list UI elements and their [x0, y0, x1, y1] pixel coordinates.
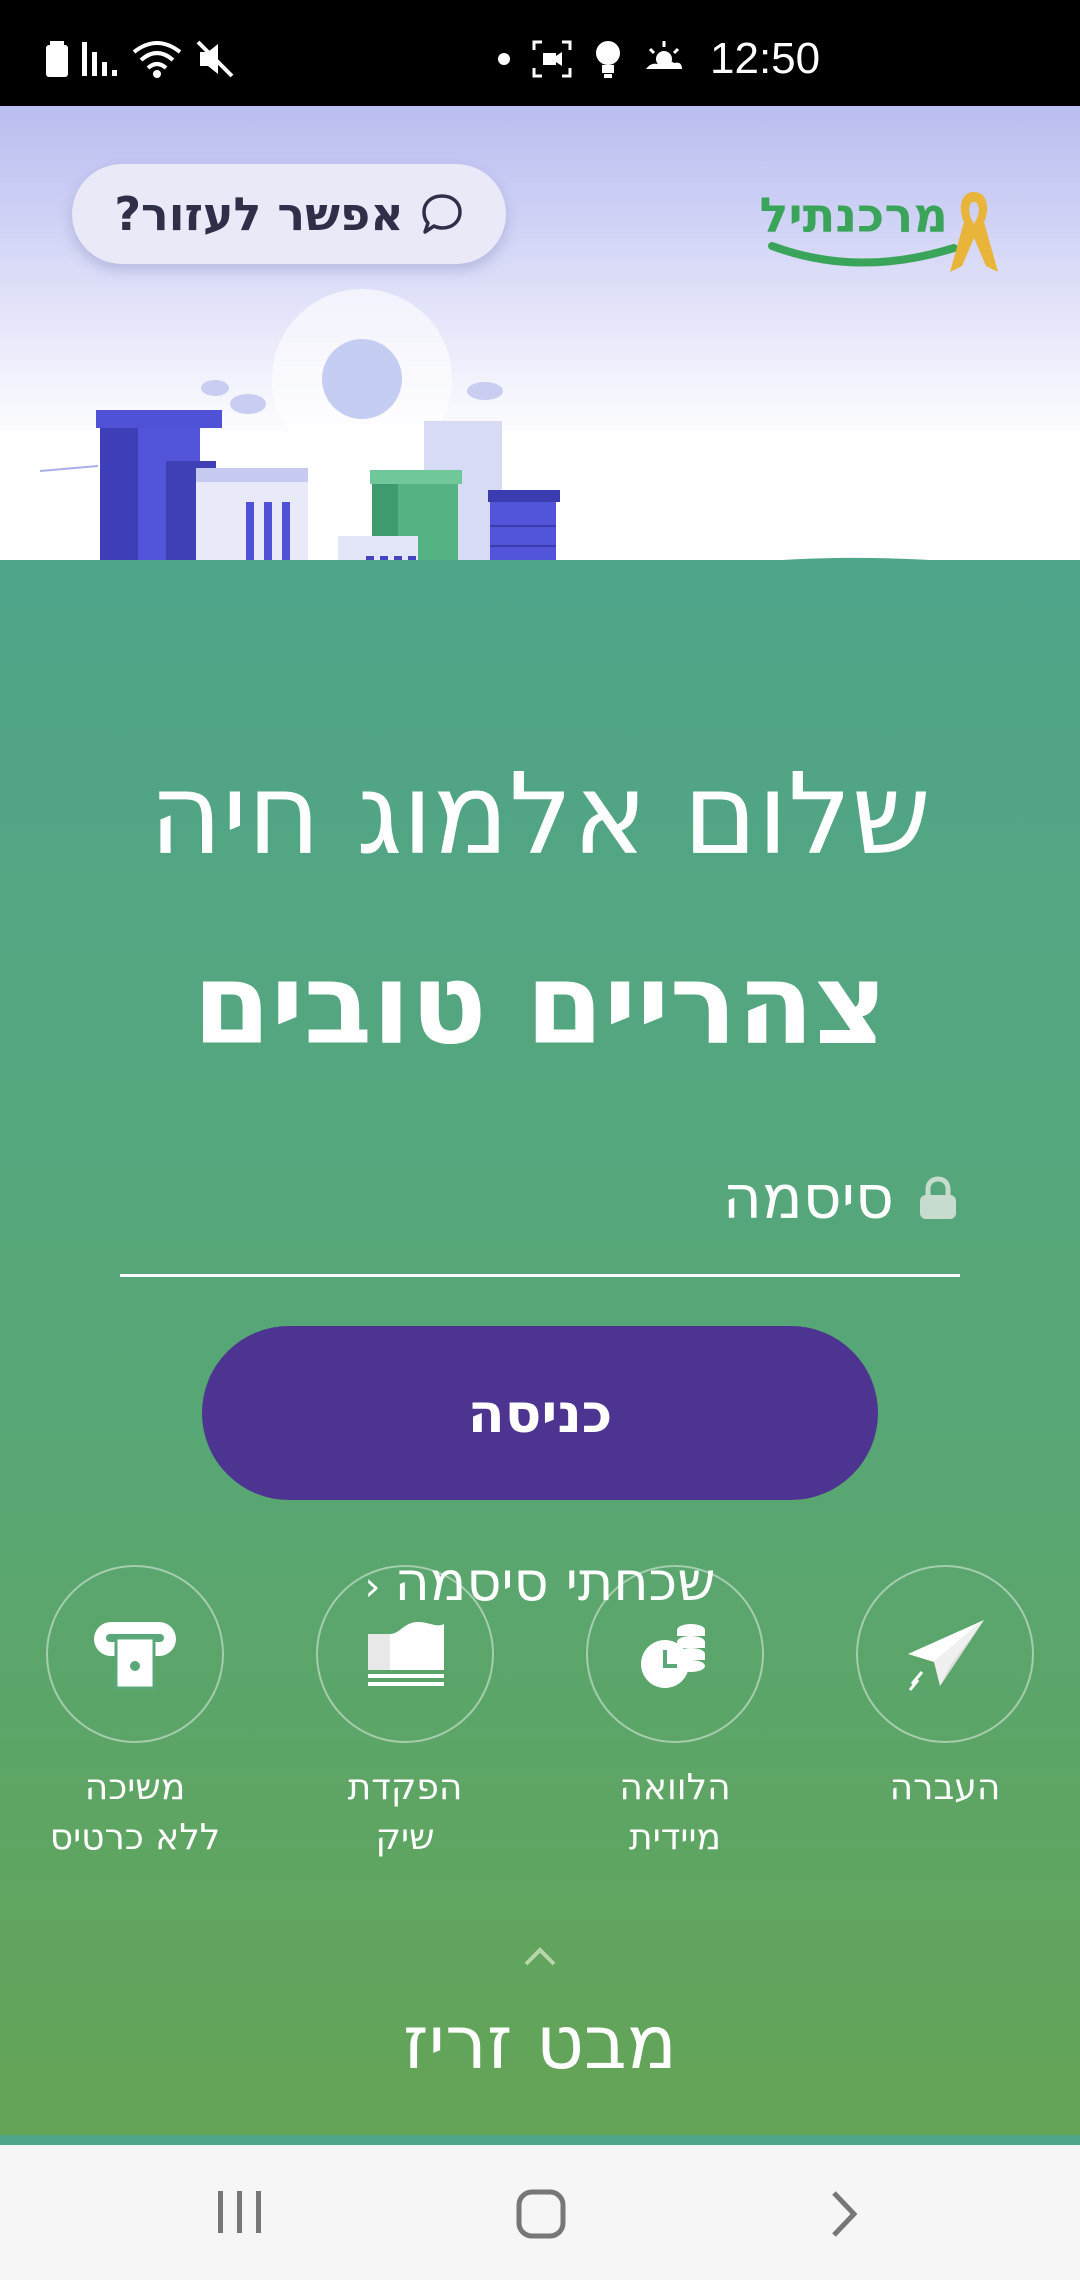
status-right-icons: 12:50	[498, 34, 820, 84]
password-underline	[120, 1274, 960, 1277]
system-nav-bar	[0, 2135, 1080, 2280]
password-field[interactable]: סיסמה	[120, 1160, 960, 1236]
main-panel: שלום אלמוג חיה צהריים טובים סיסמה כניסה …	[0, 560, 1080, 2135]
coins-clock-icon	[641, 1624, 705, 1688]
greeting-time: צהריים טובים	[192, 940, 888, 1070]
status-time: 12:50	[710, 34, 821, 83]
screen-record-icon	[532, 40, 572, 78]
password-label: סיסמה	[722, 1163, 894, 1233]
back-icon[interactable]	[826, 2189, 862, 2239]
action-label: העברה	[889, 1767, 1001, 1808]
mute-icon	[196, 40, 234, 78]
action-instant-loan[interactable]: הלוואה מיידית	[570, 1565, 780, 1863]
battery-icon	[46, 41, 68, 77]
action-label: הלוואה מיידית	[619, 1767, 731, 1858]
action-transfer[interactable]: העברה	[840, 1565, 1050, 1813]
action-cardless-withdraw[interactable]: משיכה ללא כרטיס	[30, 1565, 240, 1863]
lock-icon	[920, 1176, 956, 1219]
logo-text: מרכנתיל	[759, 188, 948, 244]
help-button[interactable]: אפשר לעזור?	[72, 164, 506, 264]
quick-view-label[interactable]: מבט זריז	[0, 2000, 1080, 2086]
help-label: אפשר לעזור?	[114, 187, 404, 241]
action-label: משיכה ללא כרטיס	[49, 1767, 221, 1858]
status-bar: 12:50	[0, 0, 1080, 106]
action-circle	[586, 1565, 764, 1743]
logo-swoosh	[768, 242, 958, 267]
bank-logo: מרכנתיל	[759, 188, 1008, 288]
action-label: הפקדת שיק	[347, 1767, 463, 1858]
weather-icon	[646, 41, 682, 69]
quick-actions: העברה הלוואה מיידית הפקדת שיק משיכה ללא …	[0, 1565, 1080, 1865]
wifi-icon	[132, 41, 182, 78]
status-left-icons	[46, 40, 236, 78]
check-deposit-icon	[368, 1622, 444, 1686]
login-button[interactable]: כניסה	[202, 1326, 878, 1500]
dot-icon	[498, 53, 510, 65]
bulb-icon	[596, 41, 620, 78]
signal-icon	[82, 42, 117, 76]
action-check-deposit[interactable]: הפקדת שיק	[300, 1565, 510, 1863]
action-circle	[46, 1565, 224, 1743]
yellow-ribbon-icon	[950, 192, 998, 272]
paper-plane-icon	[908, 1620, 984, 1691]
action-circle	[856, 1565, 1034, 1743]
chevron-up-icon[interactable]	[520, 1940, 560, 1970]
recent-apps-icon[interactable]	[214, 2189, 266, 2235]
greeting-name: שלום אלמוג חיה	[149, 750, 931, 880]
action-circle	[316, 1565, 494, 1743]
chat-bubble-icon	[421, 194, 462, 234]
atm-withdraw-icon	[94, 1622, 176, 1690]
home-icon[interactable]	[516, 2189, 566, 2239]
